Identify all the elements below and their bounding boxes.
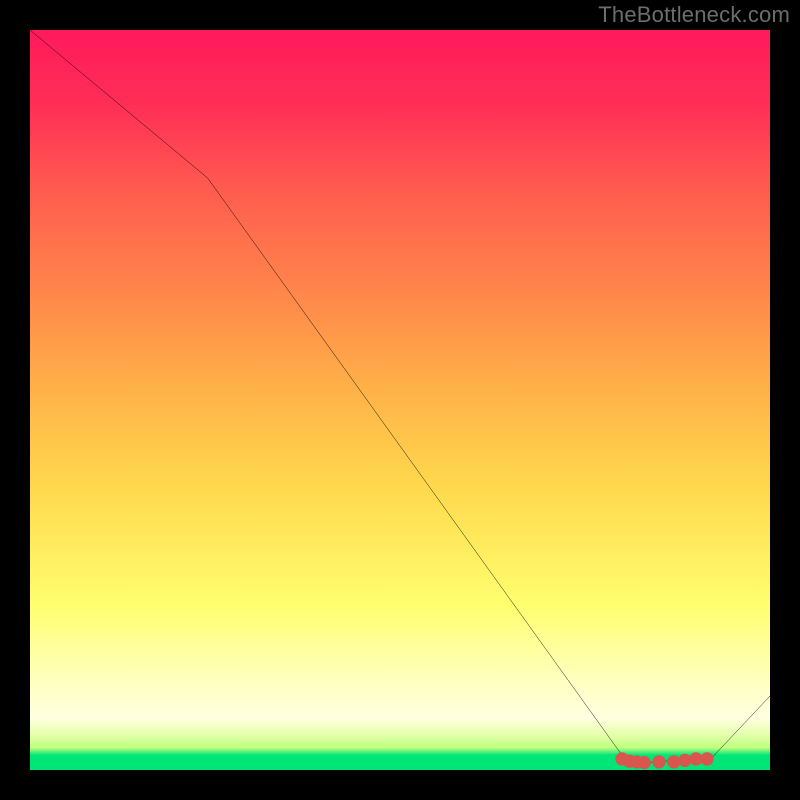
trough-marker (700, 752, 713, 765)
line-layer (30, 30, 770, 770)
watermark-text: TheBottleneck.com (598, 2, 790, 28)
chart-frame: TheBottleneck.com (0, 0, 800, 800)
trough-marker (638, 756, 651, 769)
trough-marker (652, 755, 665, 768)
main-curve (30, 30, 770, 763)
trough-markers (615, 752, 713, 769)
plot-area (30, 30, 770, 770)
